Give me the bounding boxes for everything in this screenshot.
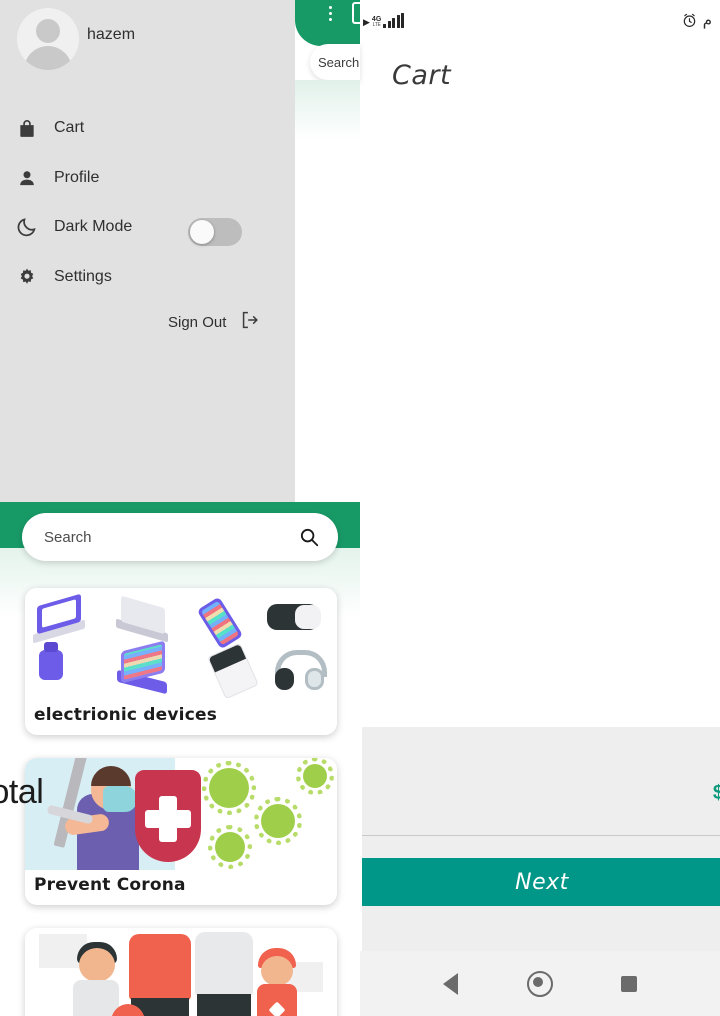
home-button[interactable]	[520, 964, 560, 1004]
sign-out-label: Sign Out	[168, 314, 227, 331]
sidebar-item-settings[interactable]: Settings	[0, 257, 295, 297]
green-header-peek	[295, 0, 360, 46]
sign-out-button[interactable]: Sign Out	[168, 310, 260, 335]
arabic-indicator: م	[702, 12, 712, 29]
sidebar-item-label: Cart	[54, 119, 85, 136]
total-label: Total	[0, 773, 44, 811]
dark-mode-toggle[interactable]	[188, 218, 242, 246]
alarm-clock-icon	[683, 13, 695, 27]
android-navigation-bar	[360, 951, 720, 1016]
header-edge-icon	[352, 2, 363, 24]
divider	[362, 835, 720, 836]
back-button[interactable]	[431, 964, 471, 1004]
card-caption: Prevent Corona	[34, 875, 186, 895]
gear-icon	[0, 267, 54, 287]
status-bar-right: م	[681, 12, 712, 29]
sidebar-item-label: Settings	[54, 268, 112, 285]
shopping-bag-icon	[0, 118, 54, 139]
logout-icon	[240, 310, 260, 335]
electronic-devices-illustration	[25, 588, 337, 700]
next-button-label: Next	[515, 869, 569, 895]
signal-bars-icon	[383, 13, 405, 28]
page-title: Cart	[392, 60, 452, 91]
person-icon	[0, 168, 54, 189]
total-value: $	[712, 782, 720, 804]
search-input[interactable]	[42, 527, 286, 547]
drawer-username: hazem	[87, 26, 136, 43]
category-card[interactable]: electrionic devices	[25, 588, 337, 735]
sidebar-item-label: Profile	[54, 169, 100, 186]
navigation-drawer: hazem Cart Profile Dark Mode Settings Si…	[0, 0, 295, 502]
vpn-arrow-icon: ▶	[363, 17, 370, 27]
prevent-corona-illustration	[25, 758, 337, 870]
family-illustration	[25, 928, 337, 1016]
search-bar[interactable]	[22, 513, 338, 561]
sidebar-item-cart[interactable]: Cart	[0, 108, 295, 148]
avatar[interactable]	[17, 8, 79, 70]
next-button[interactable]: Next	[362, 858, 720, 906]
category-card[interactable]	[25, 928, 337, 1016]
network-type: 4G LTE	[371, 16, 382, 28]
home-screen-panel: electrionic devices Prevent Corona	[0, 502, 360, 1016]
sidebar-item-label: Dark Mode	[54, 218, 133, 235]
header-gradient-peek	[295, 80, 360, 140]
checkout-total-sheet	[362, 727, 720, 951]
status-bar: ▶ 4G LTE م	[360, 0, 720, 46]
search-bar-peek[interactable]: Search	[310, 44, 360, 80]
overflow-menu-icon[interactable]	[329, 6, 332, 21]
category-card[interactable]: Prevent Corona	[25, 758, 337, 905]
status-bar-left: ▶ 4G LTE	[363, 13, 405, 28]
moon-icon	[0, 216, 54, 238]
search-icon[interactable]	[298, 526, 320, 548]
sidebar-item-profile[interactable]: Profile	[0, 158, 295, 198]
recents-button[interactable]	[609, 964, 649, 1004]
sidebar-item-dark-mode[interactable]: Dark Mode	[0, 207, 295, 247]
card-caption: electrionic devices	[34, 705, 218, 725]
search-placeholder-peek: Search	[318, 54, 360, 70]
